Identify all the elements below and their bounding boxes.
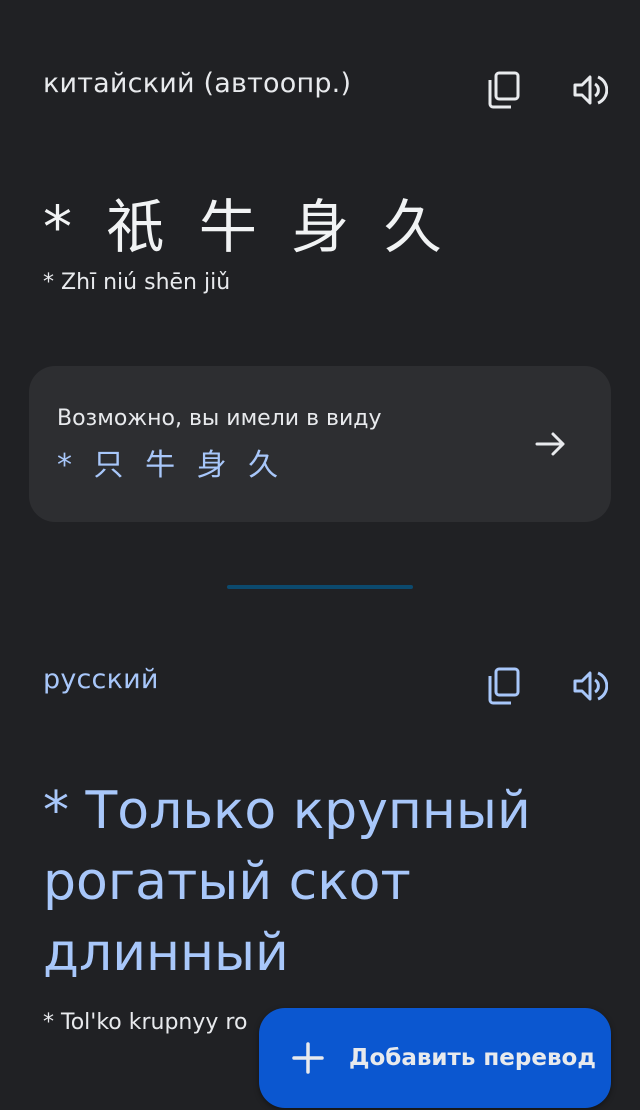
copy-icon xyxy=(488,71,520,109)
source-copy-button[interactable] xyxy=(482,68,526,112)
speaker-icon xyxy=(573,75,608,105)
target-speaker-button[interactable] xyxy=(568,664,612,708)
translated-text[interactable]: * Только крупный рогатый скот длинный xyxy=(43,776,603,989)
copy-icon xyxy=(488,667,520,705)
did-you-mean-text: * 只 牛 身 久 xyxy=(57,448,285,483)
source-text[interactable]: * 祇 牛 身 久 xyxy=(43,180,450,264)
add-translation-button[interactable]: Добавить перевод xyxy=(259,1008,611,1108)
did-you-mean-card[interactable]: Возможно, вы имели в виду * 只 牛 身 久 xyxy=(29,366,611,522)
source-transliteration: * Zhī niú shēn jiǔ xyxy=(43,270,231,295)
speaker-icon xyxy=(573,671,608,701)
source-language-label[interactable]: китайский (автоопр.) xyxy=(43,68,351,99)
target-transliteration: * Tol'ko krupnyy ro xyxy=(43,1010,248,1035)
arrow-right-icon xyxy=(535,432,565,456)
plus-icon xyxy=(292,1042,324,1074)
target-language-label[interactable]: русский xyxy=(43,664,159,695)
target-copy-button[interactable] xyxy=(482,664,526,708)
did-you-mean-label: Возможно, вы имели в виду xyxy=(57,406,382,431)
source-speaker-button[interactable] xyxy=(568,68,612,112)
add-translation-label: Добавить перевод xyxy=(349,1045,596,1071)
panel-divider-handle[interactable] xyxy=(227,585,413,589)
